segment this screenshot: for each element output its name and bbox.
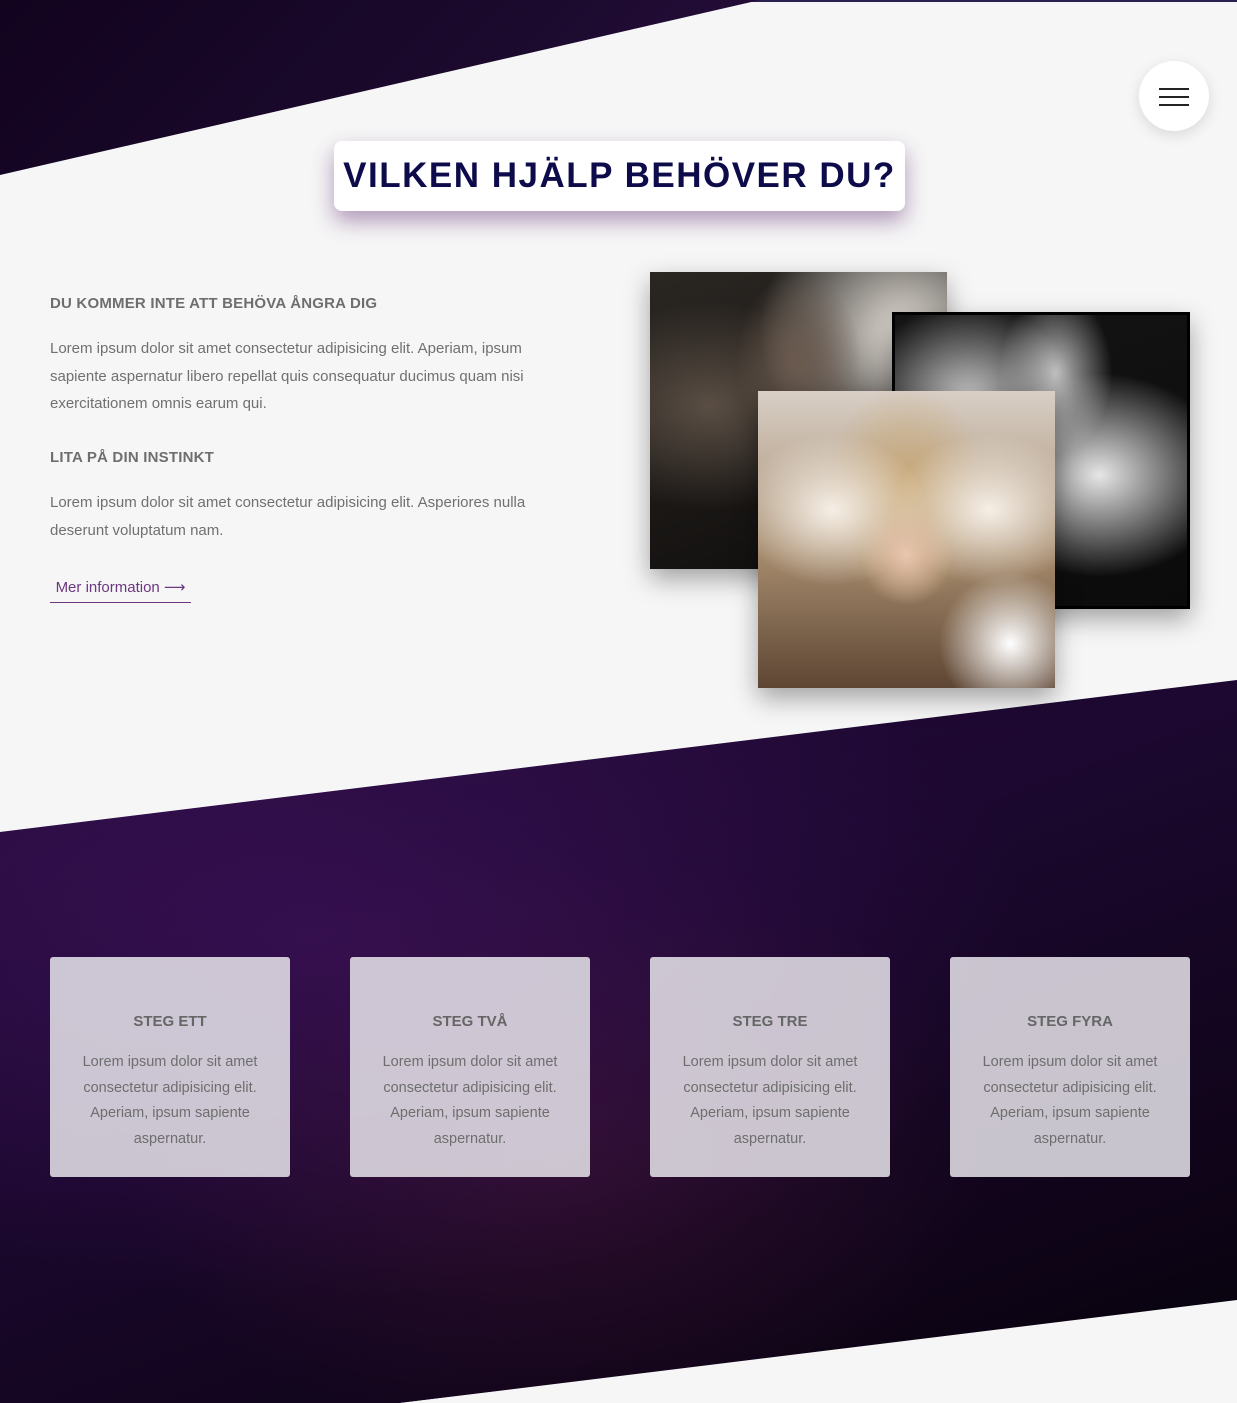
blonde-angel-image	[758, 391, 1055, 688]
step-text: Lorem ipsum dolor sit amet consectetur a…	[982, 1054, 1158, 1147]
step-title: STEG TVÅ	[432, 1013, 508, 1030]
hamburger-icon-bar	[1159, 96, 1189, 98]
step-card-4: STEG FYRA Lorem ipsum dolor sit amet con…	[950, 957, 1190, 1177]
step-title: STEG TRE	[732, 1013, 808, 1030]
intro-heading-1: DU KOMMER INTE ATT BEHÖVA ÅNGRA DIG	[50, 295, 378, 312]
step-text: Lorem ipsum dolor sit amet consectetur a…	[82, 1054, 258, 1147]
intro-text-2: Lorem ipsum dolor sit amet consectetur a…	[50, 494, 526, 539]
step-card-3: STEG TRE Lorem ipsum dolor sit amet cons…	[650, 957, 890, 1177]
step-text: Lorem ipsum dolor sit amet consectetur a…	[382, 1054, 558, 1147]
menu-button[interactable]	[1139, 61, 1209, 131]
step-card-1: STEG ETT Lorem ipsum dolor sit amet cons…	[50, 957, 290, 1177]
step-card-2: STEG TVÅ Lorem ipsum dolor sit amet cons…	[350, 957, 590, 1177]
step-text: Lorem ipsum dolor sit amet consectetur a…	[682, 1054, 858, 1147]
step-title: STEG ETT	[133, 1013, 207, 1030]
page-title: VILKEN HJÄLP BEHÖVER DU?	[343, 156, 896, 195]
more-info-link[interactable]: Mer information ⟶	[50, 578, 191, 603]
hamburger-icon-bar	[1159, 104, 1189, 106]
intro-text-1: Lorem ipsum dolor sit amet consectetur a…	[50, 340, 524, 412]
intro-heading-2: LITA PÅ DIN INSTINKT	[50, 449, 214, 466]
hamburger-icon	[1159, 88, 1189, 90]
step-title: STEG FYRA	[1027, 1013, 1113, 1030]
page-title-box: VILKEN HJÄLP BEHÖVER DU?	[334, 141, 905, 211]
